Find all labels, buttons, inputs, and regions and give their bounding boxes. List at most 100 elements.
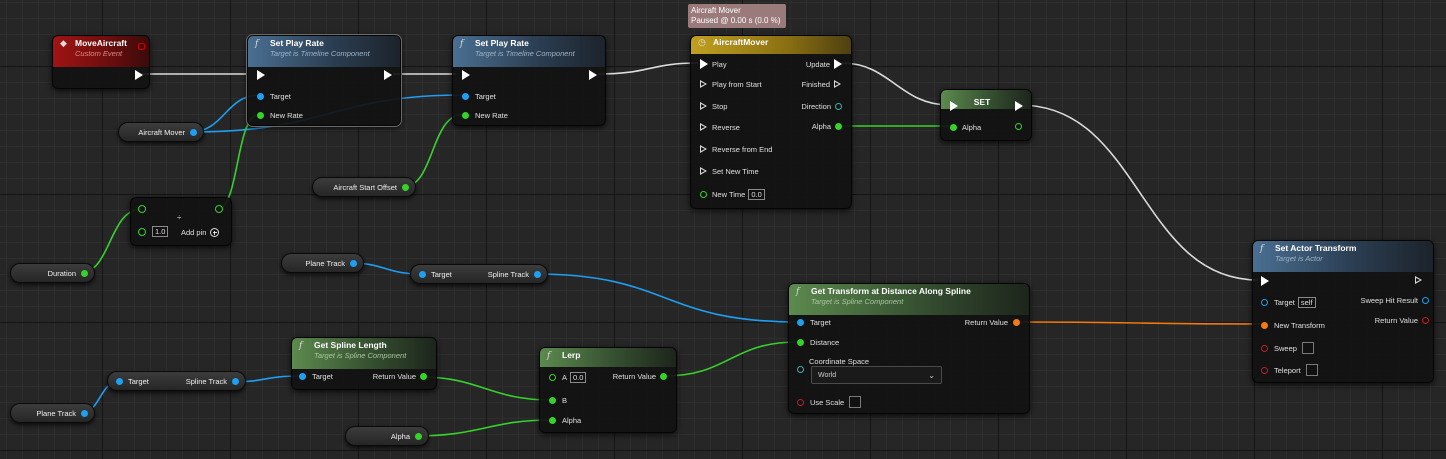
set-actor-transform-node[interactable]: f Set Actor Transform Target is Actor Ta… (1252, 240, 1434, 383)
plane-track-variable-1[interactable]: Plane Track (281, 253, 364, 273)
a-value[interactable]: 0.0 (570, 372, 587, 383)
update-pin[interactable] (834, 59, 842, 69)
add-pin-label[interactable]: Add pin (181, 228, 206, 237)
divide-b-value[interactable]: 1.0 (152, 226, 169, 237)
target-pin[interactable] (299, 373, 306, 380)
teleport-checkbox[interactable] (1305, 364, 1318, 376)
aircraft-start-offset-variable[interactable]: Aircraft Start Offset (312, 177, 416, 197)
new-rate-pin[interactable] (462, 112, 469, 119)
teleport-pin[interactable] (1261, 366, 1268, 374)
set-new-time-pin[interactable] (700, 167, 708, 176)
direction-pin[interactable] (835, 103, 842, 110)
return-value-pin[interactable] (660, 373, 667, 380)
get-transform-at-distance-node[interactable]: f Get Transform at Distance Along Spline… (788, 283, 1030, 414)
exec-out-pin[interactable] (384, 70, 392, 80)
function-icon: f (547, 351, 551, 361)
exec-in-pin[interactable] (462, 70, 470, 80)
variable-out-pin[interactable] (81, 269, 88, 277)
duration-variable[interactable]: Duration (10, 263, 95, 283)
move-aircraft-event-node[interactable]: ◆ MoveAircraft Custom Event (52, 35, 150, 89)
add-pin-icon[interactable] (210, 228, 220, 237)
sweep-checkbox[interactable] (1301, 342, 1314, 354)
a-pin[interactable] (549, 374, 556, 381)
play-pin[interactable] (700, 59, 708, 69)
alpha-in-pin[interactable] (950, 124, 957, 131)
variable-label: Duration (47, 268, 76, 278)
variable-out-pin[interactable] (415, 432, 422, 440)
spline-track-getter-1[interactable]: Target Spline Track (410, 264, 548, 284)
coordinate-space-dropdown[interactable]: World ⌄ (811, 366, 942, 384)
return-value-label: Return Value (612, 372, 656, 381)
reverse-from-end-pin[interactable] (700, 145, 708, 154)
return-value-pin[interactable] (1013, 319, 1020, 326)
float-wire-divide-to-rate1 (216, 113, 261, 210)
variable-out-pin[interactable] (350, 259, 357, 267)
set-play-rate-node-2[interactable]: f Set Play Rate Target is Timeline Compo… (452, 35, 606, 126)
divide-out-pin[interactable] (215, 205, 223, 213)
coordinate-space-pin[interactable] (797, 366, 804, 373)
exec-in-pin[interactable] (950, 101, 958, 111)
target-pin[interactable] (462, 93, 469, 100)
aircraft-mover-timeline-node[interactable]: ◷ AircraftMover Play Play from Start Sto… (690, 35, 852, 209)
node-title: Set Play Rate (475, 38, 529, 48)
direction-label: Direction (801, 102, 831, 111)
target-value[interactable]: self (1297, 297, 1316, 308)
target-label: Target (1274, 298, 1295, 307)
target-pin[interactable] (419, 270, 426, 278)
exec-in-pin[interactable] (1261, 276, 1269, 286)
divide-a-pin[interactable] (138, 205, 146, 213)
alpha-pin[interactable] (549, 417, 556, 424)
sweep-hit-result-pin[interactable] (1422, 297, 1429, 304)
sweep-pin[interactable] (1261, 344, 1268, 352)
play-label: Play (712, 59, 727, 69)
play-from-start-pin[interactable] (700, 80, 708, 89)
target-label: Target (270, 92, 291, 101)
variable-out-pin[interactable] (402, 183, 409, 191)
get-spline-length-header: f Get Spline Length Target is Spline Com… (292, 338, 436, 369)
teleport-label: Teleport (1274, 365, 1301, 375)
use-scale-checkbox[interactable] (849, 396, 862, 408)
node-title: AircraftMover (713, 37, 769, 47)
exec-out-pin[interactable] (589, 70, 597, 80)
use-scale-pin[interactable] (797, 398, 804, 406)
delegate-pin-icon[interactable] (138, 43, 145, 50)
new-rate-pin[interactable] (257, 112, 264, 119)
new-transform-pin[interactable] (1261, 322, 1268, 329)
node-subtitle: Target is Actor (1275, 254, 1323, 263)
stop-pin[interactable] (700, 102, 708, 111)
reverse-pin[interactable] (700, 123, 708, 132)
alpha-out-pin[interactable] (1015, 123, 1022, 130)
target-pin[interactable] (797, 319, 804, 326)
new-time-pin[interactable] (700, 191, 707, 198)
spline-track-out-pin[interactable] (232, 377, 239, 385)
spline-track-out-pin[interactable] (534, 270, 541, 278)
aircraft-mover-variable[interactable]: Aircraft Mover (118, 122, 204, 142)
target-pin[interactable] (116, 377, 123, 385)
lerp-node[interactable]: f Lerp A 0.0 B Alpha Return Value (539, 347, 677, 433)
return-value-pin[interactable] (1422, 317, 1429, 324)
exec-in-pin[interactable] (257, 70, 265, 80)
spline-track-getter-2[interactable]: Target Spline Track (107, 371, 246, 391)
plane-track-variable-2[interactable]: Plane Track (10, 403, 95, 423)
new-time-value[interactable]: 0.0 (748, 189, 765, 200)
get-spline-length-node[interactable]: f Get Spline Length Target is Spline Com… (291, 337, 437, 390)
exec-out-pin[interactable] (1015, 101, 1023, 111)
b-pin[interactable] (549, 397, 556, 404)
target-pin[interactable] (257, 93, 264, 100)
target-pin[interactable] (1261, 299, 1268, 306)
distance-pin[interactable] (797, 339, 804, 346)
variable-out-pin[interactable] (190, 128, 197, 136)
divide-node[interactable]: ÷ 1.0 Add pin (130, 197, 232, 246)
divide-b-pin[interactable] (138, 227, 146, 236)
return-value-pin[interactable] (420, 373, 427, 380)
set-alpha-node[interactable]: SET Alpha (940, 89, 1032, 141)
exec-out-pin[interactable] (135, 70, 143, 80)
target-label: Target (475, 92, 496, 101)
variable-out-pin[interactable] (81, 409, 88, 417)
spline-track-label: Spline Track (487, 269, 529, 279)
exec-out-pin[interactable] (1415, 276, 1423, 285)
set-play-rate-node-1[interactable]: f Set Play Rate Target is Timeline Compo… (246, 34, 402, 127)
alpha-out-pin[interactable] (835, 123, 842, 130)
finished-pin[interactable] (834, 80, 842, 89)
alpha-variable[interactable]: Alpha (345, 426, 429, 446)
